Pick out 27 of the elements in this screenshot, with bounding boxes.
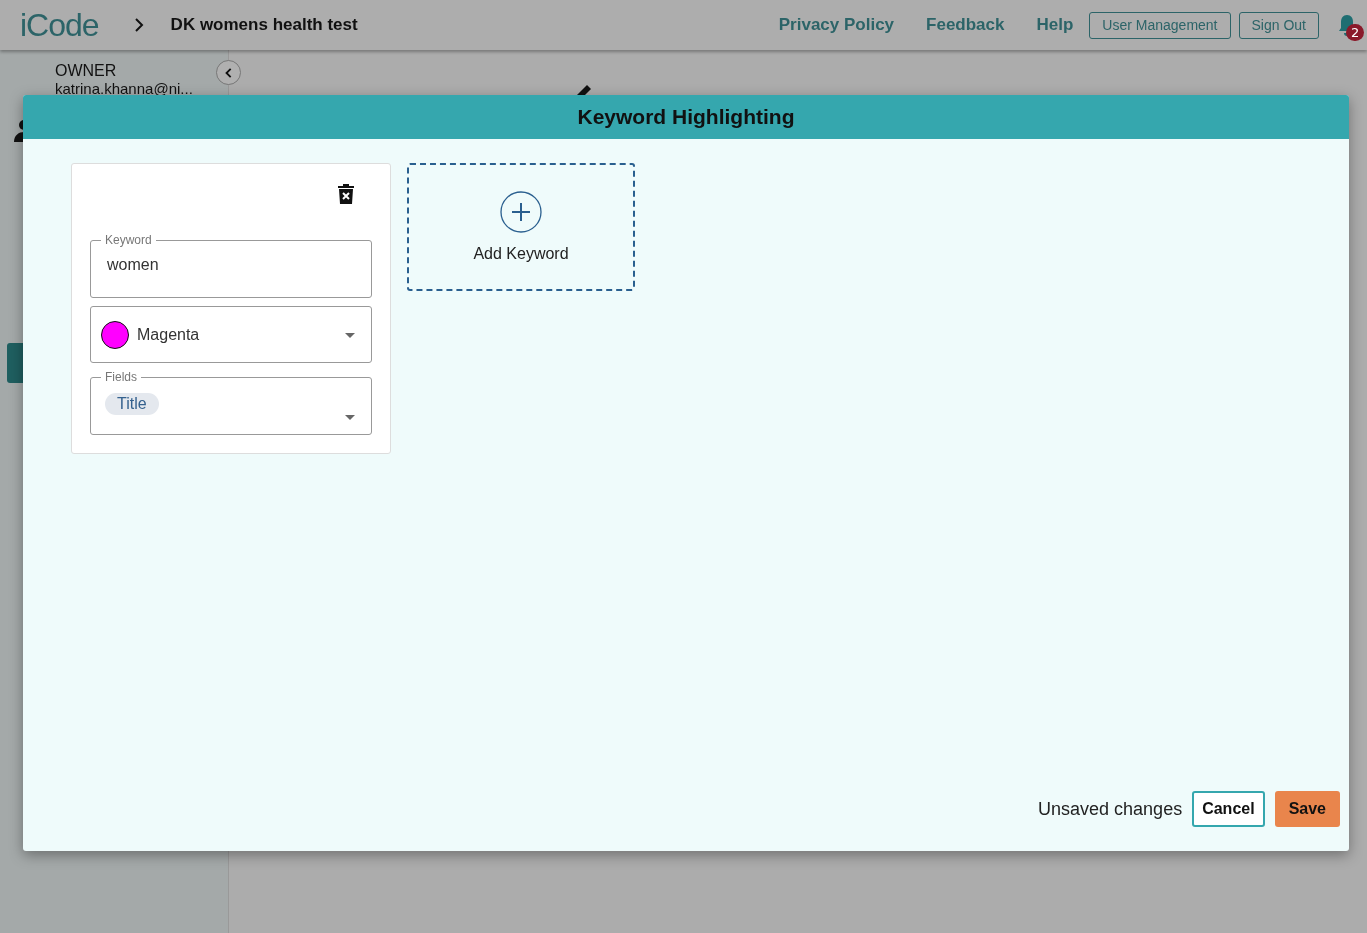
project-name: DK womens health test [170,15,358,35]
keyword-field[interactable]: Keyword women [90,234,372,298]
cancel-button[interactable]: Cancel [1192,791,1265,827]
field-label: Fields [104,371,138,383]
user-role: OWNER [55,62,118,80]
header-button[interactable]: User Management [1089,11,1231,39]
dropdown-arrow-icon[interactable] [345,415,355,420]
header-button[interactable]: Sign Out [1238,11,1319,39]
delete-icon[interactable] [338,184,354,204]
dropdown-arrow-icon[interactable] [345,333,355,338]
nav-link[interactable]: Help [1036,15,1074,35]
field-label: Keyword [104,234,153,246]
color-select[interactable]: Magenta [90,306,372,363]
nav-link[interactable]: Feedback [926,15,1005,35]
dialog-title: Keyword Highlighting [577,105,795,129]
notification-badge: 2 [1346,24,1365,41]
chevron-left-icon [223,66,234,79]
save-button[interactable]: Save [1274,791,1340,827]
chevron-right-icon [132,17,145,33]
user-email: katrina.khanna@ni... [55,80,194,97]
field-chip[interactable]: Title [105,393,159,415]
unsaved-status: Unsaved changes [1038,798,1183,820]
fields-select[interactable]: Fields Title [90,371,372,435]
plus-circle-icon [500,191,542,233]
nav-link[interactable]: Privacy Policy [778,15,895,35]
add-keyword-button[interactable]: Add Keyword [407,163,635,291]
logo[interactable]: iCode [20,6,99,44]
